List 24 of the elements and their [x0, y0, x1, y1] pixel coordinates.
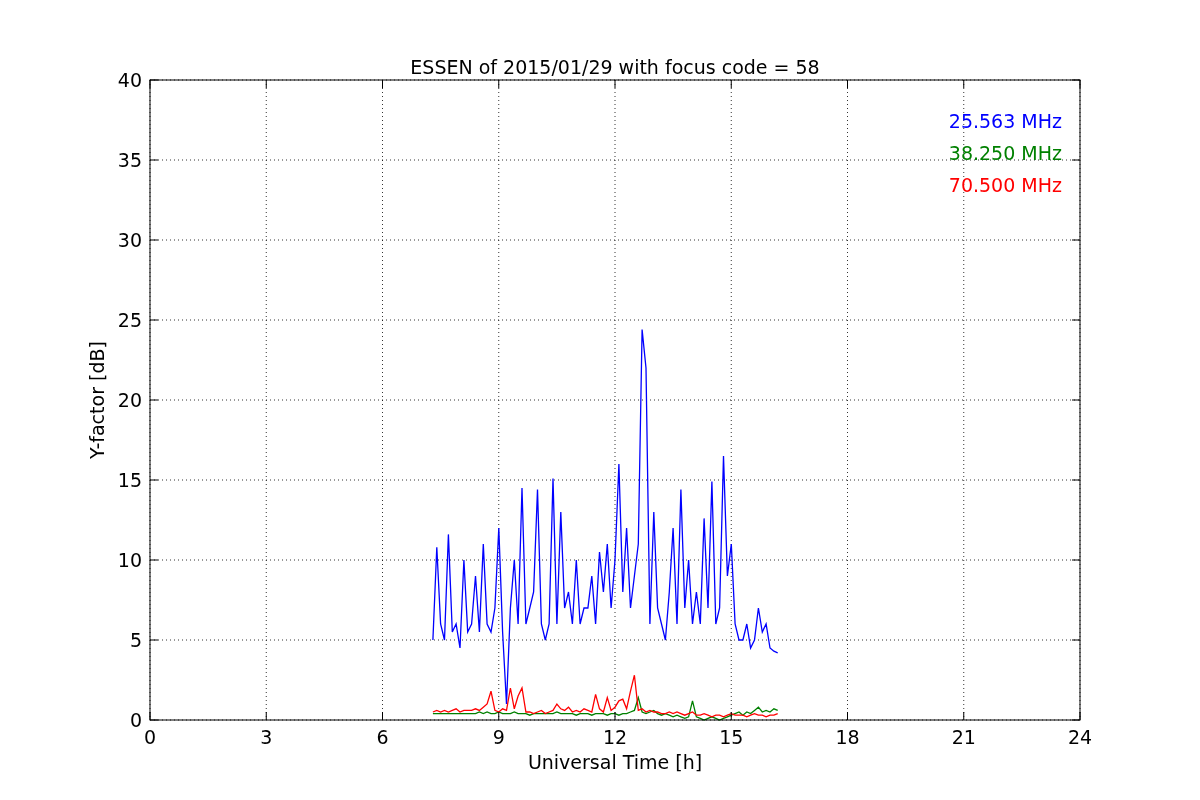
x-axis-label: Universal Time [h]	[527, 751, 703, 773]
axis-tick-label: 20	[117, 389, 142, 411]
axis-tick-label: 21	[951, 726, 976, 748]
axis-tick-label: 40	[117, 69, 142, 91]
axis-tick-label: 15	[719, 726, 744, 748]
y-axis-label: Y-factor [dB]	[86, 341, 108, 459]
series-label: 25.563 MHz	[948, 110, 1062, 132]
axis-tick-label: 3	[260, 726, 273, 748]
axis-tick-label: 24	[1067, 726, 1093, 748]
series-label: 70.500 MHz	[948, 174, 1062, 196]
axis-tick-label: 18	[835, 726, 860, 748]
axis-tick-label: 6	[376, 726, 389, 748]
chart-title: ESSEN of 2015/01/29 with focus code = 58	[410, 56, 820, 78]
series-label: 38.250 MHz	[948, 142, 1062, 164]
axis-tick-label: 0	[129, 709, 142, 731]
axis-tick-label: 15	[117, 469, 142, 491]
axis-tick-label: 9	[492, 726, 505, 748]
axis-tick-label: 12	[602, 726, 628, 748]
axis-tick-label: 5	[129, 629, 142, 651]
axis-tick-label: 30	[117, 229, 142, 251]
axis-tick-label: 35	[117, 149, 142, 171]
axis-tick-label: 0	[143, 726, 157, 748]
axis-tick-label: 10	[117, 549, 142, 571]
axis-tick-label: 25	[117, 309, 142, 331]
